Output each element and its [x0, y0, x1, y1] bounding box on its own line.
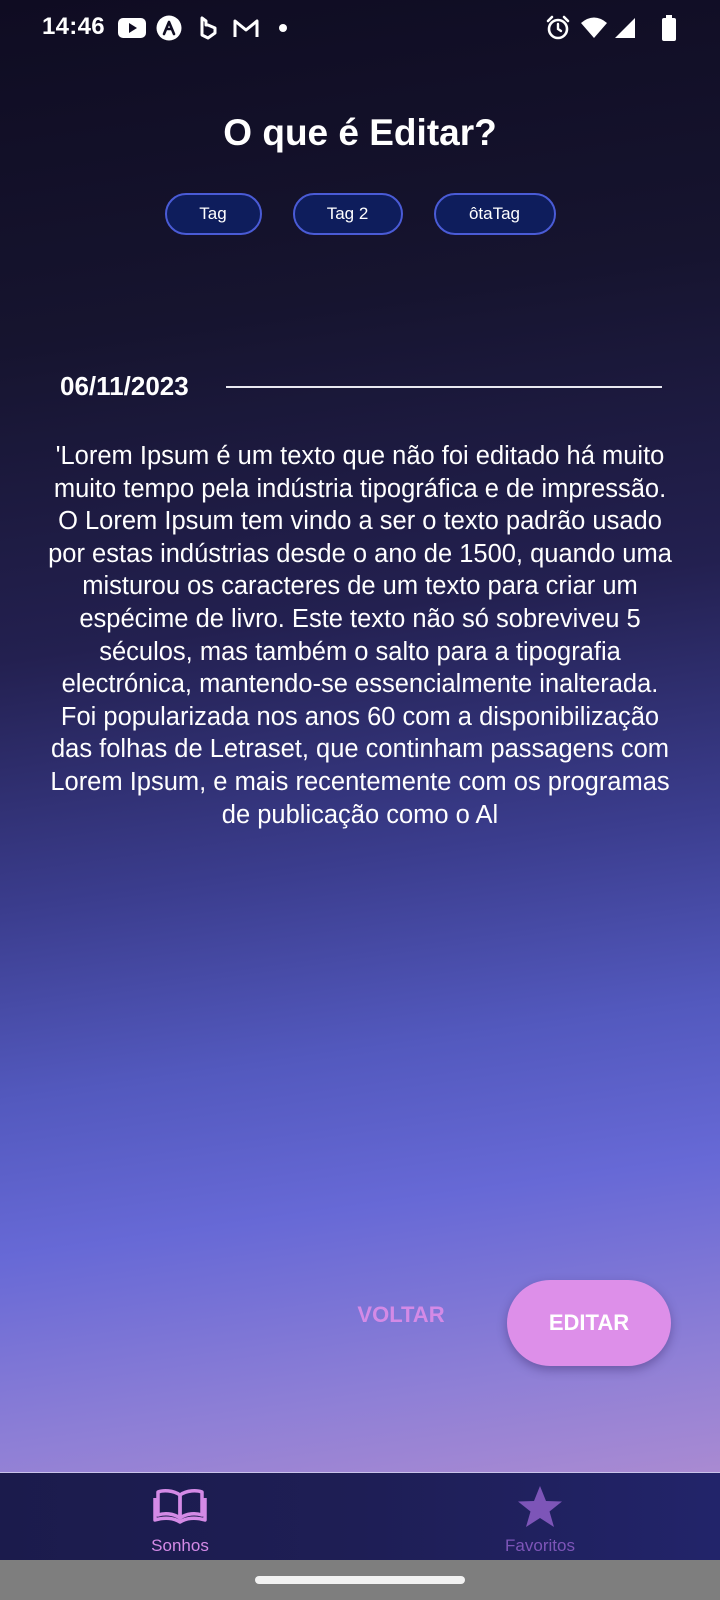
entry-date: 06/11/2023 — [60, 371, 189, 401]
alarm-icon — [545, 14, 571, 42]
bottom-navigation: Sonhos Favoritos — [0, 1472, 720, 1560]
back-button[interactable]: VOLTAR — [340, 1302, 462, 1328]
nav-label-sonhos: Sonhos — [151, 1536, 209, 1555]
book-icon — [153, 1485, 207, 1530]
nav-label-favoritos: Favoritos — [505, 1536, 575, 1555]
nav-item-favoritos[interactable]: Favoritos — [460, 1473, 620, 1561]
entry-body-text: 'Lorem Ipsum é um texto que não foi edit… — [48, 442, 672, 829]
edit-button[interactable]: EDITAR — [507, 1280, 671, 1366]
wifi-icon — [580, 14, 608, 42]
tag-list: Tag Tag 2 ôtaTag — [0, 193, 720, 235]
bing-icon — [199, 14, 217, 42]
gmail-icon — [233, 14, 259, 42]
date-divider — [226, 386, 662, 388]
youtube-icon — [118, 14, 146, 42]
status-time: 14:46 — [42, 13, 105, 40]
notification-a-icon — [156, 14, 182, 42]
battery-icon — [662, 14, 676, 42]
nav-item-sonhos[interactable]: Sonhos — [100, 1473, 260, 1561]
tag-chip[interactable]: ôtaTag — [433, 193, 556, 235]
tag-chip[interactable]: Tag 2 — [292, 193, 403, 235]
app-screen: 14:46 O que é Editar? Tag Tag 2 ôtaTag 0… — [0, 0, 720, 1472]
dot-icon — [278, 14, 288, 42]
page-title: O que é Editar? — [223, 112, 497, 153]
star-icon — [517, 1485, 563, 1534]
status-bar: 14:46 — [0, 0, 720, 56]
signal-icon — [614, 14, 636, 42]
home-gesture-handle[interactable] — [255, 1576, 465, 1584]
tag-chip[interactable]: Tag — [164, 193, 262, 235]
